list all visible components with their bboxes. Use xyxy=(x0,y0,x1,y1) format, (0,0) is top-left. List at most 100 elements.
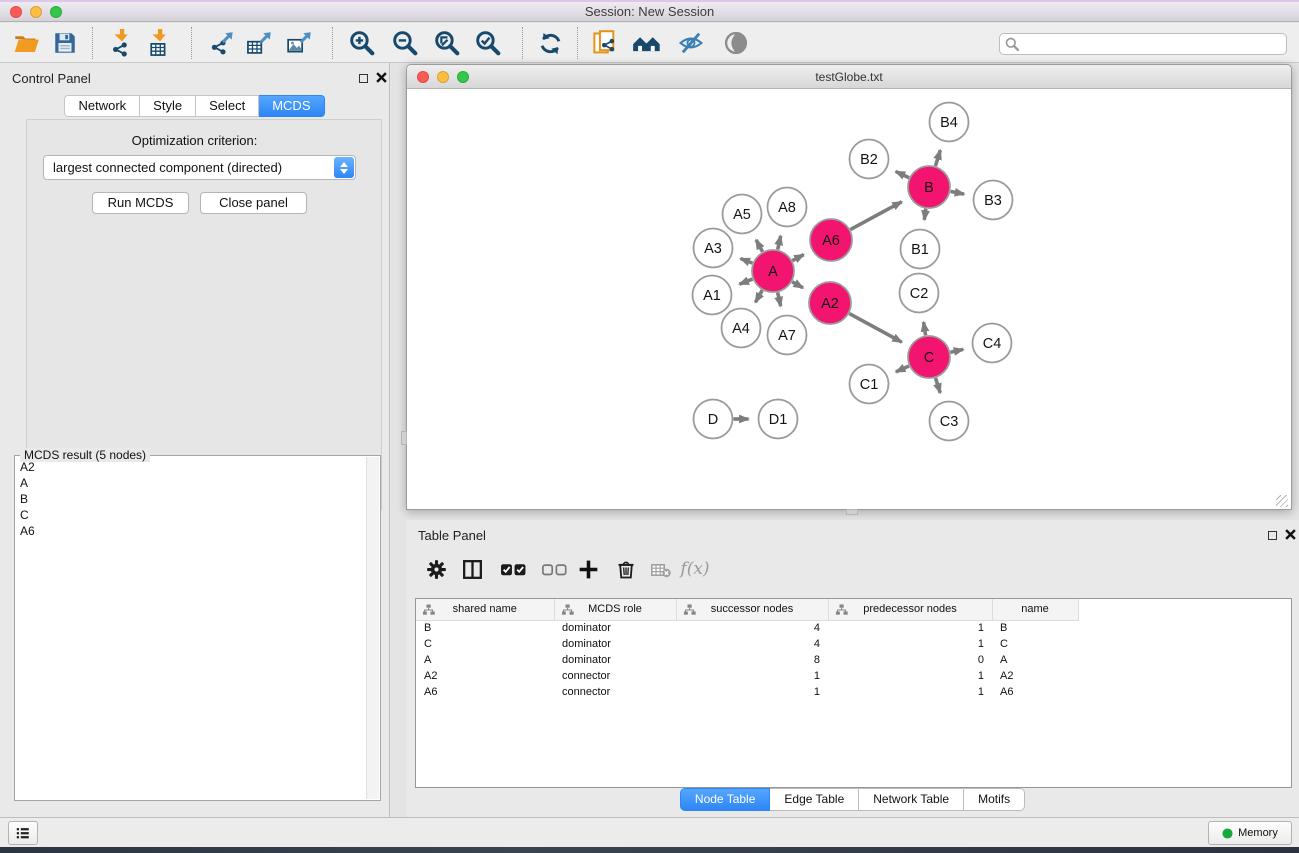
graph-edge-B-B3[interactable] xyxy=(951,191,965,194)
add-column-icon[interactable] xyxy=(573,554,603,584)
graph-node-A7[interactable]: A7 xyxy=(768,316,807,355)
tab-motifs[interactable]: Motifs xyxy=(964,788,1025,811)
network-minimize-button[interactable] xyxy=(437,71,449,83)
mcds-result-list[interactable]: A2ABCA6 xyxy=(16,459,365,799)
deselect-all-checkboxes-icon[interactable] xyxy=(539,554,569,584)
table-cell[interactable]: A2 xyxy=(992,668,1078,684)
table-cell[interactable]: 4 xyxy=(676,636,828,652)
export-image-icon[interactable] xyxy=(285,28,315,58)
graph-node-D1[interactable]: D1 xyxy=(759,400,798,439)
table-cell[interactable]: 1 xyxy=(828,668,992,684)
graph-node-A4[interactable]: A4 xyxy=(722,309,761,348)
zoom-out-icon[interactable] xyxy=(390,28,420,58)
graph-edge-A-A5[interactable] xyxy=(756,240,762,252)
table-cell[interactable]: dominator xyxy=(554,652,676,668)
delete-column-icon[interactable] xyxy=(611,554,641,584)
maximize-window-button[interactable] xyxy=(50,6,62,18)
column-header-MCDS-role[interactable]: MCDS role xyxy=(554,599,676,620)
graph-node-B4[interactable]: B4 xyxy=(930,103,969,142)
hide-graphics-details-icon[interactable] xyxy=(676,28,706,58)
mcds-result-item[interactable]: C xyxy=(16,507,365,523)
table-cell[interactable]: B xyxy=(416,620,554,636)
graph-node-A1[interactable]: A1 xyxy=(693,276,732,315)
graph-edge-A-A2[interactable] xyxy=(792,282,803,288)
criterion-dropdown[interactable]: largest connected component (directed) xyxy=(43,155,356,180)
graph-node-C[interactable]: C xyxy=(908,336,950,378)
graph-node-B3[interactable]: B3 xyxy=(974,181,1013,220)
tab-select[interactable]: Select xyxy=(196,95,259,117)
settings-gear-icon[interactable] xyxy=(421,554,451,584)
graph-node-A[interactable]: A xyxy=(752,250,794,292)
table-row[interactable]: Adominator80A xyxy=(416,652,1078,668)
show-column-icon[interactable] xyxy=(457,554,487,584)
table-cell[interactable]: A2 xyxy=(416,668,554,684)
minimize-window-button[interactable] xyxy=(30,6,42,18)
table-cell[interactable]: connector xyxy=(554,668,676,684)
column-header-successor-nodes[interactable]: successor nodes xyxy=(676,599,828,620)
graph-edge-A-A7[interactable] xyxy=(778,292,781,306)
graph-node-A3[interactable]: A3 xyxy=(694,229,733,268)
mcds-result-item[interactable]: B xyxy=(16,491,365,507)
float-panel-icon[interactable] xyxy=(359,74,368,83)
close-panel-icon[interactable] xyxy=(376,72,387,83)
vertical-scroll-thumb[interactable] xyxy=(401,431,407,445)
open-session-icon[interactable] xyxy=(11,28,41,58)
graph-edge-B-B4[interactable] xyxy=(935,150,940,166)
graph-node-B2[interactable]: B2 xyxy=(850,140,889,179)
graph-edge-C-C2[interactable] xyxy=(924,322,926,335)
table-cell[interactable]: 1 xyxy=(676,668,828,684)
network-maximize-button[interactable] xyxy=(457,71,469,83)
tab-edge-table[interactable]: Edge Table xyxy=(770,788,859,811)
resize-grip-icon[interactable] xyxy=(1276,495,1288,507)
column-header-name[interactable]: name xyxy=(992,599,1078,620)
new-network-from-selection-icon[interactable] xyxy=(590,28,620,58)
table-cell[interactable]: 8 xyxy=(676,652,828,668)
export-table-icon[interactable] xyxy=(245,28,275,58)
graph-edge-A6-B[interactable] xyxy=(850,202,901,230)
graph-node-C2[interactable]: C2 xyxy=(900,274,939,313)
memory-button[interactable]: Memory xyxy=(1208,821,1292,845)
table-cell[interactable]: 4 xyxy=(676,620,828,636)
graph-node-D[interactable]: D xyxy=(694,400,733,439)
graph-edge-A2-C[interactable] xyxy=(849,314,901,343)
network-window-titlebar[interactable]: testGlobe.txt xyxy=(407,65,1291,89)
graph-edge-C-C3[interactable] xyxy=(936,378,941,393)
zoom-fit-icon[interactable] xyxy=(432,28,462,58)
function-builder-icon[interactable]: f(x) xyxy=(680,554,710,584)
graph-edge-B-B2[interactable] xyxy=(896,171,909,177)
graph-node-B[interactable]: B xyxy=(908,166,950,208)
zoom-in-icon[interactable] xyxy=(347,28,377,58)
table-row[interactable]: Bdominator41B xyxy=(416,620,1078,636)
table-row[interactable]: Cdominator41C xyxy=(416,636,1078,652)
refresh-icon[interactable] xyxy=(535,28,565,58)
result-list-scrollbar[interactable] xyxy=(366,457,379,799)
mcds-result-item[interactable]: A2 xyxy=(16,459,365,475)
graph-edge-C-C4[interactable] xyxy=(950,349,963,352)
mcds-result-item[interactable]: A xyxy=(16,475,365,491)
graph-edge-A-A8[interactable] xyxy=(778,236,781,250)
tab-network[interactable]: Network xyxy=(64,95,140,117)
table-cell[interactable]: 1 xyxy=(828,636,992,652)
graph-node-A5[interactable]: A5 xyxy=(723,195,762,234)
table-close-panel-icon[interactable] xyxy=(1285,529,1296,540)
graph-edge-B-B1[interactable] xyxy=(924,209,926,220)
table-cell[interactable]: A6 xyxy=(992,684,1078,700)
graph-node-C4[interactable]: C4 xyxy=(973,324,1012,363)
import-table-icon[interactable] xyxy=(144,28,174,58)
import-network-icon[interactable] xyxy=(106,28,136,58)
network-canvas[interactable]: B4B2BB3A5A8A6A3B1AC2A1A2A4A7C4CC1DD1C3 xyxy=(408,90,1290,509)
graph-node-A8[interactable]: A8 xyxy=(768,188,807,227)
graph-node-A2[interactable]: A2 xyxy=(809,282,851,324)
graph-edge-A-A3[interactable] xyxy=(741,259,753,264)
mcds-result-item[interactable]: A6 xyxy=(16,523,365,539)
close-window-button[interactable] xyxy=(10,6,22,18)
graph-node-B1[interactable]: B1 xyxy=(901,230,940,269)
horizontal-scroll-thumb[interactable] xyxy=(846,509,858,515)
table-cell[interactable]: 1 xyxy=(676,684,828,700)
graph-node-A6[interactable]: A6 xyxy=(810,219,852,261)
table-cell[interactable]: connector xyxy=(554,684,676,700)
column-header-predecessor-nodes[interactable]: predecessor nodes xyxy=(828,599,992,620)
graph-node-C1[interactable]: C1 xyxy=(850,365,889,404)
task-history-button[interactable] xyxy=(8,821,38,845)
tab-mcds[interactable]: MCDS xyxy=(259,95,324,117)
